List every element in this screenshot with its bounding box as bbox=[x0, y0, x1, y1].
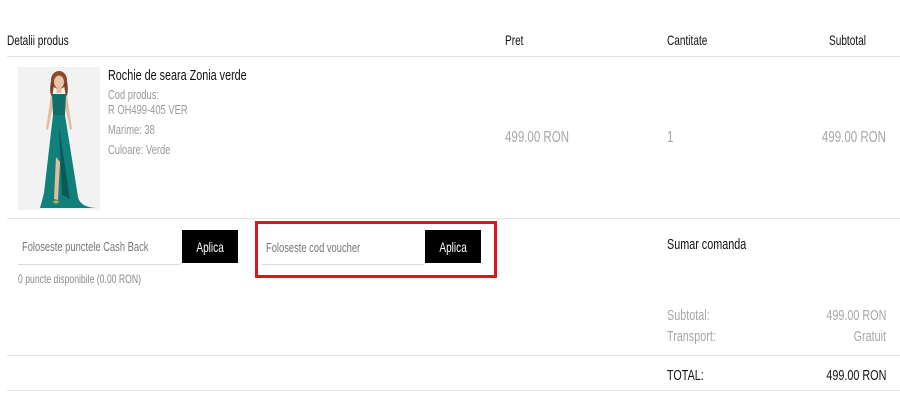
product-divider bbox=[7, 218, 900, 219]
summary-title: Sumar comanda bbox=[667, 236, 747, 253]
cashback-apply-button[interactable]: Aplica bbox=[182, 230, 238, 263]
header-product-details: Detalii produs bbox=[7, 32, 69, 48]
total-label: TOTAL: bbox=[667, 367, 704, 384]
voucher-apply-button[interactable]: Aplica bbox=[425, 230, 481, 263]
cashback-apply-label: Aplica bbox=[196, 238, 224, 255]
product-subtotal: 499.00 RON bbox=[821, 129, 886, 146]
total-divider bbox=[7, 390, 900, 391]
product-quantity: 1 bbox=[667, 129, 674, 146]
summary-subtotal-value: 499.00 RON bbox=[825, 307, 886, 324]
product-color: Culoare: Verde bbox=[108, 142, 171, 157]
header-price: Pret bbox=[505, 32, 524, 48]
voucher-form: Foloseste cod voucher Aplica bbox=[262, 230, 484, 267]
product-code-label: Cod produs: bbox=[108, 87, 159, 102]
summary-transport-label: Transport: bbox=[667, 328, 716, 345]
summary-subtotal-label: Subtotal: bbox=[667, 307, 710, 324]
voucher-input[interactable] bbox=[262, 230, 424, 265]
product-code-value: R OH499-405 VER bbox=[108, 102, 188, 117]
header-subtotal: Subtotal bbox=[829, 32, 866, 48]
dress-image-icon bbox=[18, 67, 100, 210]
cashback-input[interactable] bbox=[18, 228, 180, 265]
cashback-available: 0 puncte disponibile (0.00 RON) bbox=[18, 272, 141, 286]
product-image[interactable] bbox=[18, 67, 100, 210]
header-quantity: Cantitate bbox=[667, 32, 708, 48]
summary-transport-value: Gratuit bbox=[853, 328, 886, 345]
product-size: Marime: 38 bbox=[108, 122, 155, 137]
total-value: 499.00 RON bbox=[825, 367, 886, 384]
voucher-apply-label: Aplica bbox=[439, 238, 467, 255]
product-price: 499.00 RON bbox=[505, 129, 570, 146]
cashback-form: Foloseste punctele Cash Back Aplica bbox=[18, 228, 240, 265]
header-divider bbox=[7, 56, 900, 57]
product-name[interactable]: Rochie de seara Zonia verde bbox=[108, 67, 247, 84]
summary-divider bbox=[7, 355, 900, 356]
